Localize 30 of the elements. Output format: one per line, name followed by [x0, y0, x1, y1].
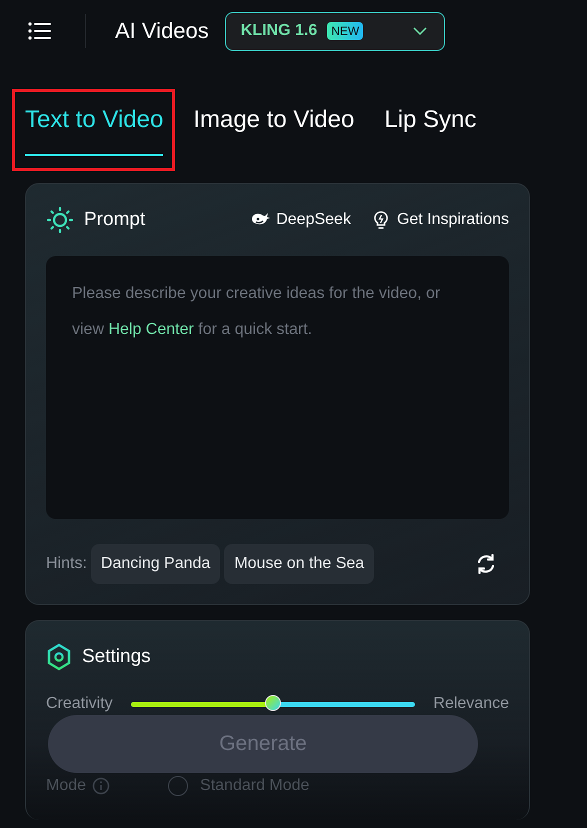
page-title: AI Videos	[115, 18, 209, 44]
menu-button[interactable]	[28, 21, 52, 41]
panel-title: Prompt	[84, 209, 146, 231]
slider-label: Creativity	[46, 695, 113, 713]
action-button[interactable]: DeepSeek	[250, 210, 351, 230]
slider-thumb[interactable]	[265, 694, 282, 710]
hint-chip[interactable]: Dancing Panda	[90, 544, 220, 584]
panel-title: Settings	[82, 646, 151, 668]
hint-chip[interactable]: Mouse on the Sea	[224, 544, 374, 584]
placeholder-text: Please describe your creative ideas for the video, or view Help Center for a quick start.	[72, 284, 442, 340]
model-dropdown[interactable]: KLING 1.6 NEW	[224, 12, 445, 50]
refresh-icon	[475, 553, 497, 575]
refresh-button[interactable]	[475, 553, 497, 575]
radio-button[interactable]	[168, 776, 188, 796]
chevron-down-icon	[412, 27, 427, 35]
info-icon	[92, 777, 110, 795]
tab[interactable]: Image to Video	[193, 91, 354, 156]
mode-label: Mode	[46, 777, 86, 795]
mode-option: Standard Mode	[200, 777, 310, 795]
action-button[interactable]: Get Inspirations	[370, 210, 509, 230]
sun-icon	[46, 206, 74, 234]
prompt-field[interactable]: Please describe your creative ideas for the video, or view Help Center for a quick start.	[46, 256, 509, 519]
menu-icon	[28, 21, 52, 41]
tab[interactable]: Lip Sync	[384, 91, 476, 156]
hints-label: Hints:	[46, 555, 87, 573]
hexagon-icon	[46, 643, 72, 671]
help-link[interactable]: Help Center	[108, 321, 194, 338]
slider-label: Relevance	[433, 695, 509, 713]
new-badge: NEW	[327, 22, 364, 40]
tab[interactable]: Text to Video	[25, 91, 164, 156]
